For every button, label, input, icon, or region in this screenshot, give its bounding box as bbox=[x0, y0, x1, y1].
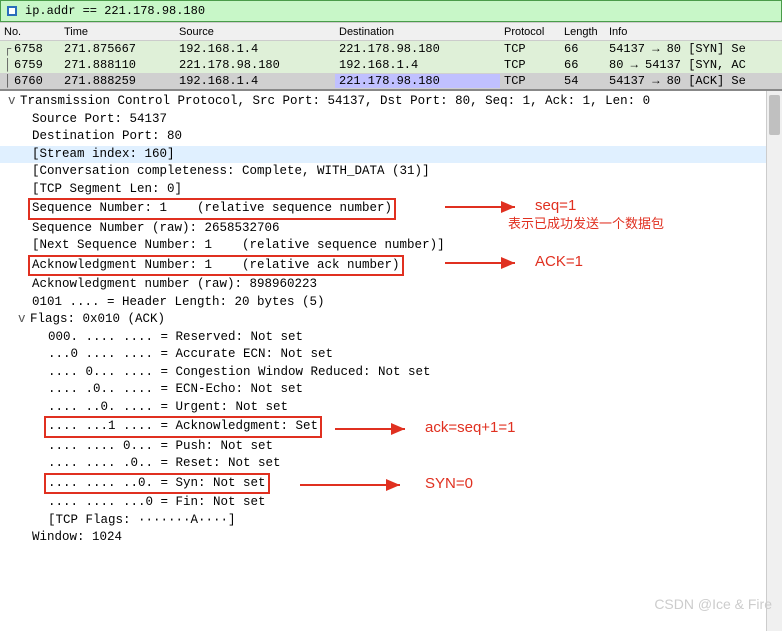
flag-push[interactable]: .... .... 0... = Push: Not set bbox=[0, 438, 782, 456]
packet-details: vTransmission Control Protocol, Src Port… bbox=[0, 89, 782, 631]
details-scrollbar[interactable] bbox=[766, 91, 782, 631]
bookmark-icon bbox=[5, 4, 19, 18]
ack-raw-line[interactable]: Acknowledgment number (raw): 898960223 bbox=[0, 276, 782, 294]
stream-index-line[interactable]: [Stream index: 160] bbox=[0, 146, 782, 164]
col-no[interactable]: No. bbox=[0, 26, 60, 38]
src-port-line[interactable]: Source Port: 54137 bbox=[0, 111, 782, 129]
col-src[interactable]: Source bbox=[175, 26, 335, 38]
flag-ecn[interactable]: .... .0.. .... = ECN-Echo: Not set bbox=[0, 381, 782, 399]
tree-branch-icon: │ bbox=[4, 58, 14, 72]
highlight-box: .... .... ..0. = Syn: Not set bbox=[44, 473, 270, 495]
dst-port-line[interactable]: Destination Port: 80 bbox=[0, 128, 782, 146]
highlight-box: Acknowledgment Number: 1 (relative ack n… bbox=[28, 255, 404, 277]
flag-cwr[interactable]: .... 0... .... = Congestion Window Reduc… bbox=[0, 364, 782, 382]
flag-syn[interactable]: .... .... ..0. = Syn: Not set bbox=[0, 473, 782, 495]
display-filter-input[interactable] bbox=[23, 3, 777, 19]
flag-ack[interactable]: .... ...1 .... = Acknowledgment: Set bbox=[0, 416, 782, 438]
packet-row-selected[interactable]: │6760 271.888259 192.168.1.4 221.178.98.… bbox=[0, 73, 782, 89]
seq-raw-line[interactable]: Sequence Number (raw): 2658532706 bbox=[0, 220, 782, 238]
tcp-header-line[interactable]: vTransmission Control Protocol, Src Port… bbox=[0, 93, 782, 111]
flags-line[interactable]: vFlags: 0x010 (ACK) bbox=[0, 311, 782, 329]
header-len-line[interactable]: 0101 .... = Header Length: 20 bytes (5) bbox=[0, 294, 782, 312]
flag-reserved[interactable]: 000. .... .... = Reserved: Not set bbox=[0, 329, 782, 347]
display-filter-bar[interactable] bbox=[0, 0, 782, 22]
next-seq-line[interactable]: [Next Sequence Number: 1 (relative seque… bbox=[0, 237, 782, 255]
caret-down-icon: v bbox=[8, 93, 20, 111]
tree-branch-icon: ┌ bbox=[4, 42, 14, 56]
caret-down-icon: v bbox=[18, 311, 30, 329]
window-line[interactable]: Window: 1024 bbox=[0, 529, 782, 547]
col-dst[interactable]: Destination bbox=[335, 26, 500, 38]
col-time[interactable]: Time bbox=[60, 26, 175, 38]
flag-urg[interactable]: .... ..0. .... = Urgent: Not set bbox=[0, 399, 782, 417]
scrollbar-thumb[interactable] bbox=[769, 95, 780, 135]
seg-len-line[interactable]: [TCP Segment Len: 0] bbox=[0, 181, 782, 199]
ack-number-line[interactable]: Acknowledgment Number: 1 (relative ack n… bbox=[0, 255, 782, 277]
packet-list: No. Time Source Destination Protocol Len… bbox=[0, 22, 782, 89]
column-headers: No. Time Source Destination Protocol Len… bbox=[0, 23, 782, 41]
conv-complete-line[interactable]: [Conversation completeness: Complete, WI… bbox=[0, 163, 782, 181]
flag-reset[interactable]: .... .... .0.. = Reset: Not set bbox=[0, 455, 782, 473]
col-len[interactable]: Length bbox=[560, 26, 605, 38]
packet-row[interactable]: ┌6758 271.875667 192.168.1.4 221.178.98.… bbox=[0, 41, 782, 57]
highlight-box: Sequence Number: 1 (relative sequence nu… bbox=[28, 198, 396, 220]
highlight-box: .... ...1 .... = Acknowledgment: Set bbox=[44, 416, 322, 438]
flag-aecn[interactable]: ...0 .... .... = Accurate ECN: Not set bbox=[0, 346, 782, 364]
flag-fin[interactable]: .... .... ...0 = Fin: Not set bbox=[0, 494, 782, 512]
col-info[interactable]: Info bbox=[605, 26, 782, 38]
tcp-flags-sum[interactable]: [TCP Flags: ·······A····] bbox=[0, 512, 782, 530]
packet-row[interactable]: │6759 271.888110 221.178.98.180 192.168.… bbox=[0, 57, 782, 73]
tree-branch-icon: │ bbox=[4, 74, 14, 88]
seq-number-line[interactable]: Sequence Number: 1 (relative sequence nu… bbox=[0, 198, 782, 220]
col-proto[interactable]: Protocol bbox=[500, 26, 560, 38]
